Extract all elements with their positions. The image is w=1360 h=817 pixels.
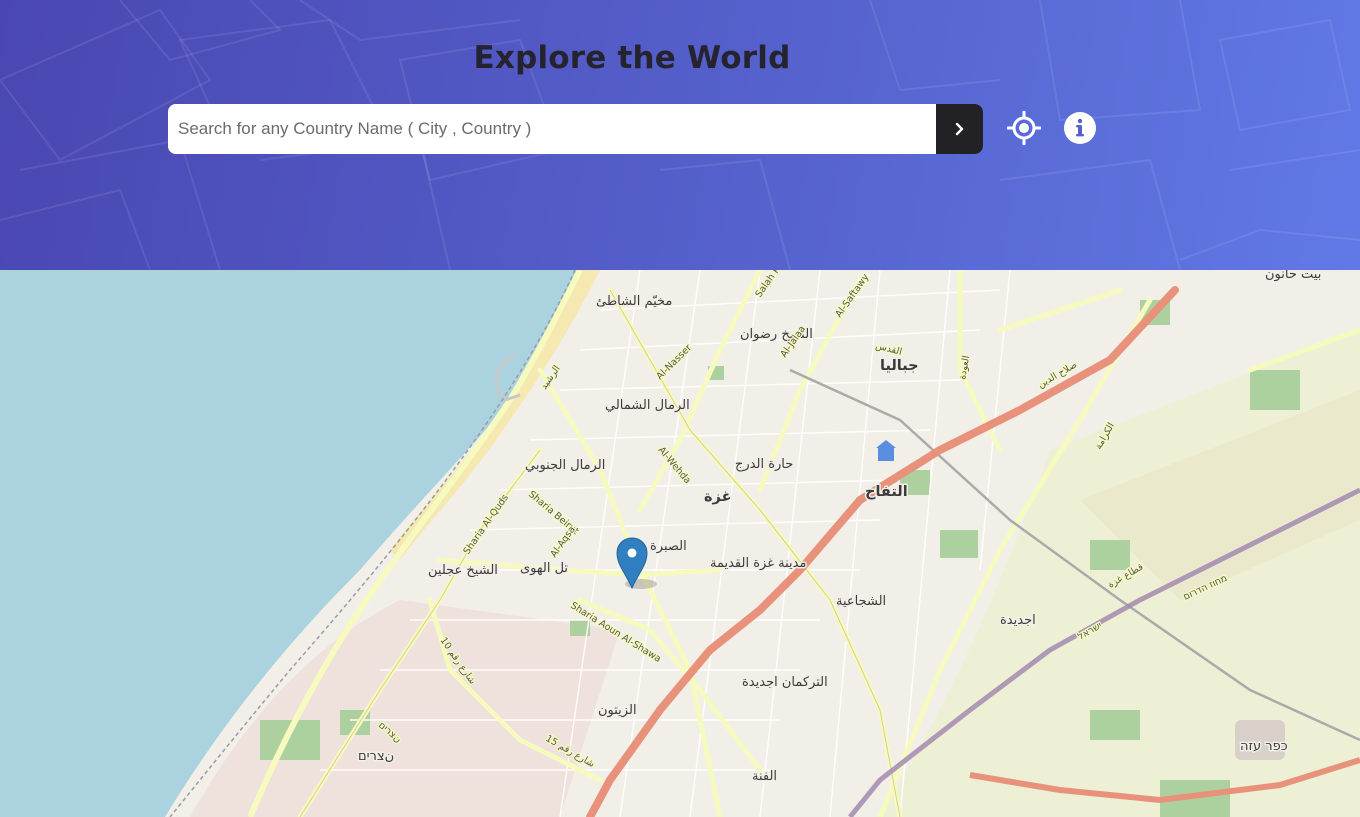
map-view[interactable]: مخيّم الشاطئ الشيخ رضوان جباليا الرمال ا… xyxy=(0,270,1360,817)
header-banner: Explore the World xyxy=(0,0,1360,270)
search-input[interactable] xyxy=(168,104,936,154)
place-label: الرمال الشمالي xyxy=(605,398,690,413)
search-button[interactable] xyxy=(936,104,983,154)
place-label: الشجاعية xyxy=(836,594,886,609)
crosshair-locate-icon xyxy=(1007,111,1041,145)
place-label: التركمان اجديدة xyxy=(742,675,828,690)
info-circle-icon xyxy=(1064,112,1096,144)
place-label: نצרים xyxy=(358,749,394,764)
place-label: الزيتون xyxy=(598,703,637,718)
place-label: اجديدة xyxy=(1000,613,1036,628)
place-label: بيت حانون xyxy=(1265,270,1321,282)
place-label: حارة الدرج xyxy=(735,457,793,472)
search-bar xyxy=(168,104,983,154)
place-label: مخيّم الشاطئ xyxy=(596,294,672,309)
place-label: التفاح xyxy=(865,484,908,500)
place-label: الصبرة xyxy=(650,539,687,554)
place-label: جباليا xyxy=(880,358,919,374)
place-label: כפר עזה xyxy=(1240,739,1288,754)
place-label: الرمال الجنوبي xyxy=(525,458,605,473)
info-button[interactable] xyxy=(1063,111,1097,145)
chevron-right-icon xyxy=(955,122,963,136)
place-label: الشيخ عجلين xyxy=(428,563,498,578)
map-canvas[interactable]: مخيّم الشاطئ الشيخ رضوان جباليا الرمال ا… xyxy=(0,270,1360,817)
place-label: تل الهوى xyxy=(520,561,568,576)
place-label: الفنة xyxy=(752,769,777,784)
place-label: مدينة غزة القديمة xyxy=(710,556,806,571)
locate-me-button[interactable] xyxy=(1007,111,1041,145)
page-title: Explore the World xyxy=(473,40,791,76)
place-label: غزة xyxy=(704,489,732,505)
